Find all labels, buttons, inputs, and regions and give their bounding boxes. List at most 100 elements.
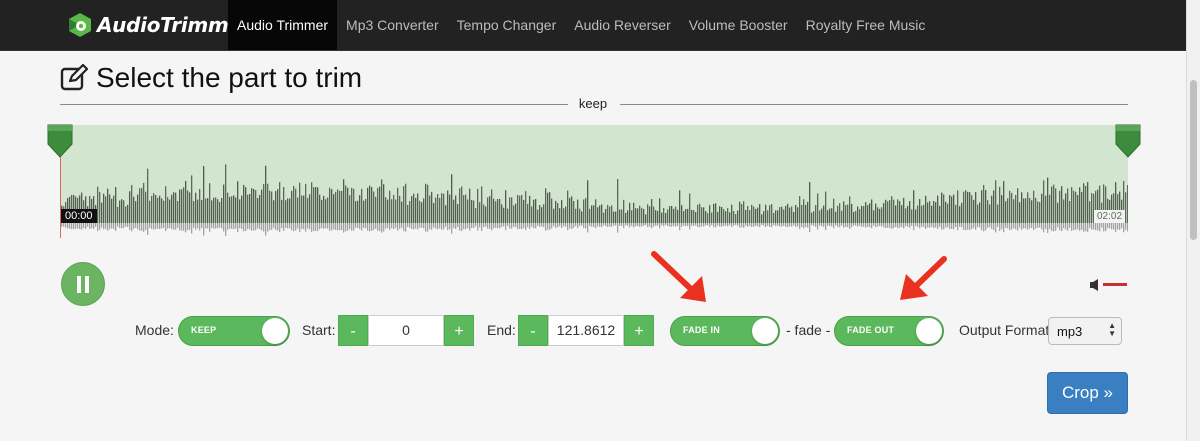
- waveform-reflection-bar: [481, 223, 483, 232]
- waveform-bar: [429, 195, 431, 223]
- waveform-reflection-bar: [955, 223, 957, 227]
- waveform-bar: [439, 198, 441, 223]
- pause-button[interactable]: [61, 262, 105, 306]
- waveform-bar: [731, 204, 733, 223]
- nav-item-royalty-free-music[interactable]: Royalty Free Music: [797, 0, 935, 50]
- start-handle[interactable]: [47, 124, 73, 158]
- waveform-reflection-bar: [599, 223, 601, 227]
- waveform-bar: [1031, 200, 1033, 223]
- waveform-bar: [1067, 188, 1069, 223]
- waveform-bar: [999, 186, 1001, 223]
- fade-out-toggle[interactable]: FADE OUT: [834, 316, 944, 346]
- waveform-reflection-bar: [259, 223, 261, 230]
- waveform-reflection-bar: [647, 223, 649, 228]
- waveform-reflection-bar: [509, 223, 511, 229]
- nav-item-tempo-changer[interactable]: Tempo Changer: [448, 0, 566, 50]
- waveform-bar: [275, 191, 277, 223]
- waveform-reflection-bar: [769, 223, 771, 227]
- output-format-select[interactable]: mp3 ▲ ▼: [1048, 317, 1122, 345]
- nav-item-mp3-converter[interactable]: Mp3 Converter: [337, 0, 448, 50]
- volume-control[interactable]: [1089, 278, 1129, 292]
- end-input[interactable]: 121.8612: [548, 315, 624, 346]
- fade-in-knob: [752, 318, 778, 344]
- mode-toggle[interactable]: KEEP: [178, 316, 290, 346]
- nav-item-audio-reverser[interactable]: Audio Reverser: [565, 0, 680, 50]
- waveform-bar: [963, 191, 965, 223]
- waveform-bar: [337, 189, 339, 223]
- waveform-reflection-bar: [133, 223, 135, 229]
- waveform-bar: [513, 205, 515, 223]
- scrollbar-thumb[interactable]: [1190, 80, 1197, 240]
- waveform-reflection-bar: [405, 223, 407, 232]
- waveform-bar: [1039, 202, 1041, 223]
- waveform-reflection-bar: [1103, 223, 1105, 232]
- page-heading: Select the part to trim: [60, 62, 362, 94]
- waveform-bar: [185, 180, 187, 223]
- start-input[interactable]: 0: [368, 315, 444, 346]
- waveform-reflection-bar: [1009, 223, 1011, 231]
- waveform-reflection-bar: [777, 223, 779, 226]
- waveform-bar: [783, 209, 785, 223]
- waveform-reflection-bar: [615, 223, 617, 226]
- waveform-reflection-bar: [661, 223, 663, 226]
- waveform-reflection-bar: [681, 223, 683, 227]
- end-minus-button[interactable]: -: [518, 315, 548, 346]
- logo[interactable]: AudioTrimmer: [67, 10, 252, 40]
- waveform-reflection-bar: [679, 223, 681, 231]
- waveform-bar: [637, 208, 639, 223]
- waveform-bar: [1043, 180, 1045, 223]
- waveform-reflection-bar: [61, 223, 63, 227]
- waveform-bar: [109, 194, 111, 223]
- waveform-bar: [747, 205, 749, 223]
- waveform-bar: [121, 199, 123, 223]
- waveform-bar: [587, 180, 589, 223]
- waveform-reflection-bar: [1067, 223, 1069, 231]
- waveform-reflection-bar: [983, 223, 985, 232]
- waveform-reflection-bar: [865, 223, 867, 228]
- waveform-bar: [591, 205, 593, 223]
- waveform-reflection-bar: [429, 223, 431, 230]
- waveform-bar: [221, 197, 223, 223]
- waveform-bar: [133, 196, 135, 223]
- nav-item-audio-trimmer[interactable]: Audio Trimmer: [228, 0, 338, 50]
- waveform-bar: [1035, 198, 1037, 223]
- waveform-reflection-bar: [1051, 223, 1053, 232]
- waveform-reflection-bar: [427, 223, 429, 232]
- start-plus-button[interactable]: +: [444, 315, 474, 346]
- waveform-bar: [415, 197, 417, 223]
- start-minus-button[interactable]: -: [338, 315, 368, 346]
- waveform-reflection-bar: [535, 223, 537, 229]
- nav-item-volume-booster[interactable]: Volume Booster: [680, 0, 797, 50]
- waveform-reflection-bar: [693, 223, 695, 226]
- waveform-reflection-bar: [1125, 223, 1127, 230]
- waveform-bar: [879, 208, 881, 223]
- waveform-bar: [237, 181, 239, 223]
- waveform-reflection-bar: [1127, 223, 1128, 232]
- waveform-reflection-bar: [187, 223, 189, 231]
- waveform-reflection-bar: [1115, 223, 1117, 232]
- end-plus-button[interactable]: +: [624, 315, 654, 346]
- crop-button[interactable]: Crop »: [1047, 372, 1128, 414]
- waveform-bar: [319, 194, 321, 223]
- waveform-reflection-bar: [1121, 223, 1123, 229]
- waveform-reflection-bar: [837, 223, 839, 227]
- waveform-reflection-bar: [901, 223, 903, 227]
- waveform-reflection-bar: [161, 223, 163, 229]
- page-scrollbar[interactable]: [1186, 0, 1200, 441]
- waveform-reflection-bar: [93, 223, 95, 229]
- waveform[interactable]: [60, 125, 1128, 238]
- fade-in-toggle[interactable]: FADE IN: [670, 316, 780, 346]
- waveform-bar: [907, 205, 909, 223]
- waveform-reflection-bar: [425, 223, 427, 232]
- waveform-bar: [917, 205, 919, 223]
- end-handle[interactable]: [1115, 124, 1141, 158]
- waveform-bar: [645, 214, 647, 223]
- waveform-bar: [309, 194, 311, 223]
- waveform-reflection-bar: [411, 223, 413, 229]
- waveform-bar: [411, 196, 413, 223]
- waveform-bar: [117, 206, 119, 223]
- waveform-bar: [527, 203, 529, 223]
- waveform-bar: [287, 198, 289, 223]
- waveform-bar: [511, 197, 513, 223]
- waveform-bar: [431, 191, 433, 223]
